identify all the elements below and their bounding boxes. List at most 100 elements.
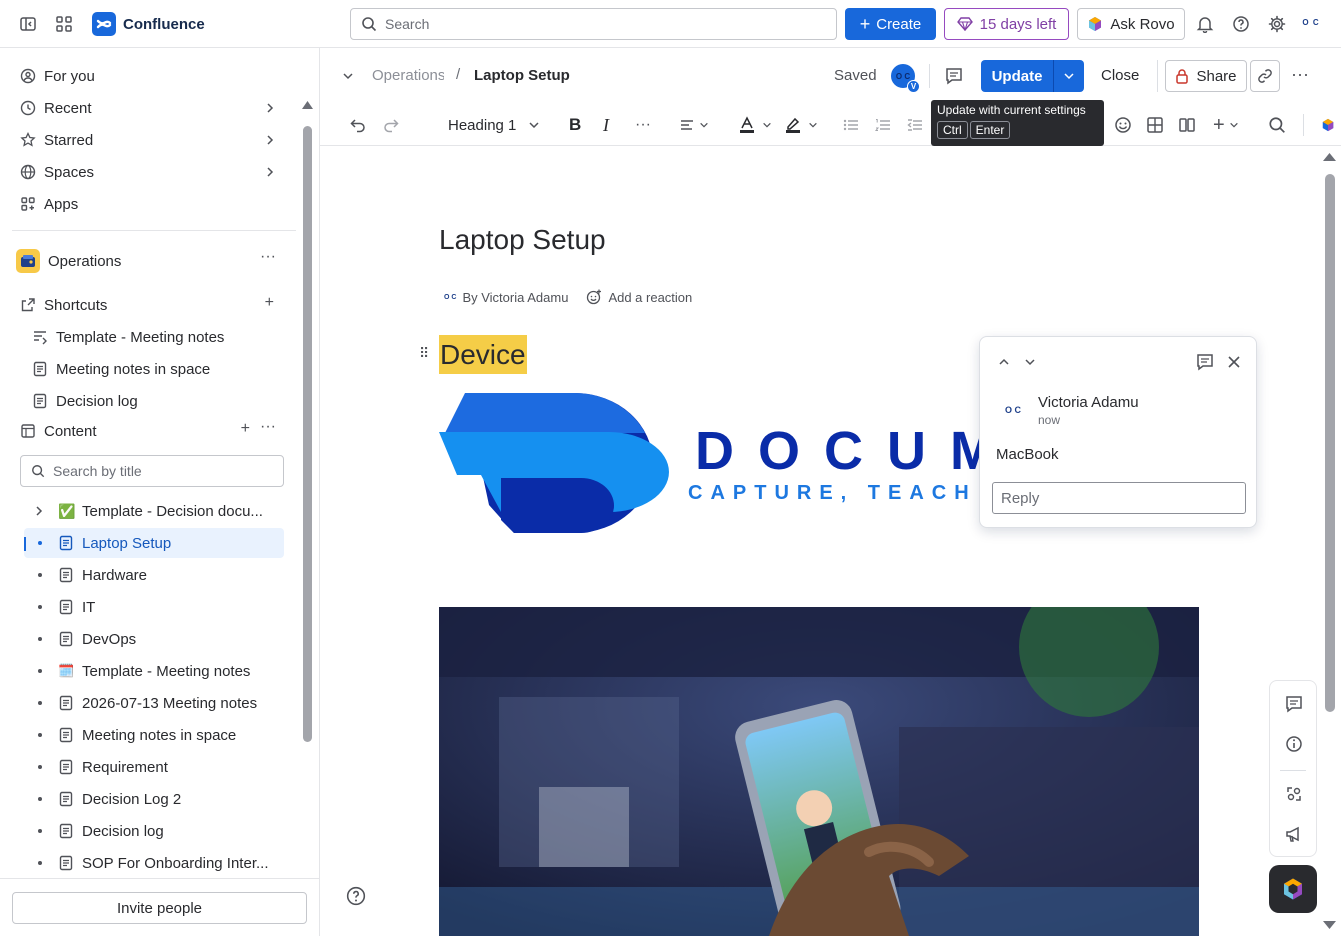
chevron-right-icon[interactable] [264,102,276,114]
redo-icon[interactable] [382,114,400,136]
info-icon[interactable] [1284,734,1304,754]
add-shortcut-icon[interactable]: + [265,294,274,312]
sidebar-item-shortcuts[interactable]: Shortcuts + [12,289,284,321]
numbered-list-icon[interactable] [874,114,892,136]
collaborator-avatar[interactable]: O C V [889,62,920,93]
shortcut-item[interactable]: Decision log [12,385,284,417]
sidebar-item-content[interactable]: Content + ··· [12,415,284,447]
add-reaction-icon[interactable] [586,289,602,305]
copy-link-button[interactable] [1250,60,1280,92]
comment-icon[interactable] [945,67,963,85]
search-by-title-input[interactable]: Search by title [20,455,284,487]
phone-photo-image[interactable] [439,607,1199,936]
loop-icon[interactable] [1284,784,1304,804]
help-icon[interactable] [1227,10,1255,38]
scrollbar-thumb[interactable] [303,126,312,742]
app-name: Confluence [123,15,205,33]
comment-icon[interactable] [1196,353,1214,371]
bold-icon[interactable]: B [569,114,581,136]
more-actions-icon[interactable]: ··· [260,248,276,266]
app-switcher-icon[interactable] [50,10,78,38]
italic-icon[interactable]: I [603,114,609,136]
sidebar-item-spaces[interactable]: Spaces [12,156,284,188]
scroll-down-icon[interactable] [1322,920,1337,930]
breadcrumb-page[interactable]: Laptop Setup [474,67,570,84]
tree-item[interactable]: Decision Log 2 [24,784,284,814]
tree-item[interactable]: 2026-07-13 Meeting notes [24,688,284,718]
chevron-right-icon[interactable] [33,505,45,517]
insert-dropdown[interactable]: + [1213,114,1239,136]
tree-item[interactable]: Requirement [24,752,284,782]
highlight-dropdown[interactable] [784,114,818,136]
chevron-up-icon[interactable] [998,356,1010,368]
rovo-icon[interactable] [1321,114,1335,136]
add-reaction-button[interactable]: Add a reaction [608,290,692,305]
comments-panel-icon[interactable] [1284,694,1304,714]
tree-item[interactable]: IT [24,592,284,622]
more-options-icon[interactable]: ··· [1291,64,1309,85]
share-button[interactable]: Share [1165,60,1247,92]
undo-icon[interactable] [349,114,367,136]
more-actions-icon[interactable]: ··· [260,418,276,436]
tree-item[interactable]: Hardware [24,560,284,590]
tree-item[interactable]: 🗓️ Template - Meeting notes [24,656,284,686]
sidebar-item-recent[interactable]: Recent [12,92,284,124]
tree-item[interactable]: Decision log [24,816,284,846]
layout-columns-icon[interactable] [1178,114,1196,136]
settings-gear-icon[interactable] [1263,10,1291,38]
close-button[interactable]: Close [1101,67,1139,84]
scroll-up-icon[interactable] [1322,152,1337,162]
author-name[interactable]: By Victoria Adamu [462,290,568,305]
help-icon[interactable] [346,886,366,906]
more-formatting-icon[interactable]: ··· [635,114,651,136]
space-header-operations[interactable]: Operations ··· [12,245,284,277]
tree-item-active[interactable]: Laptop Setup [24,528,284,558]
tree-item[interactable]: ✅ Template - Decision docu... [24,496,284,526]
notifications-bell-icon[interactable] [1191,10,1219,38]
breadcrumb-space[interactable]: Operations [372,67,444,84]
scroll-up-icon[interactable] [301,100,314,110]
chevron-down-icon[interactable] [1024,356,1036,368]
add-content-icon[interactable]: + [241,420,250,438]
sidebar-scrollbar[interactable] [301,100,314,926]
sidebar-item-apps[interactable]: Apps [12,188,284,220]
chevron-right-icon[interactable] [264,166,276,178]
rovo-chat-button[interactable] [1269,865,1317,913]
sidebar-item-for-you[interactable]: For you [12,60,284,92]
text-color-dropdown[interactable] [738,114,772,136]
chevron-down-icon[interactable] [342,70,354,82]
scrollbar-thumb[interactable] [1325,174,1335,712]
tree-item[interactable]: SOP For Onboarding Inter... [24,848,284,878]
ask-rovo-button[interactable]: Ask Rovo [1077,8,1185,40]
invite-people-button[interactable]: Invite people [12,892,307,924]
tree-item[interactable]: DevOps [24,624,284,654]
page-title[interactable]: Laptop Setup [439,224,606,256]
drag-handle-icon[interactable]: ⠿ [419,345,429,362]
page-scrollbar[interactable] [1322,150,1337,936]
confluence-logo[interactable]: Confluence [92,12,205,36]
close-icon[interactable] [1227,355,1241,369]
emoji-icon[interactable] [1114,114,1132,136]
sidebar-item-starred[interactable]: Starred [12,124,284,156]
shortcut-item[interactable]: Meeting notes in space [12,353,284,385]
table-icon[interactable] [1146,114,1164,136]
update-options-button[interactable] [1053,60,1084,92]
update-button[interactable]: Update [981,60,1053,92]
sidebar-toggle-icon[interactable] [14,10,42,38]
find-replace-icon[interactable] [1268,114,1286,136]
global-search-input[interactable]: Search [350,8,837,40]
trial-button[interactable]: 15 days left [944,8,1069,40]
create-button[interactable]: + Create [845,8,936,40]
outdent-icon[interactable] [906,114,924,136]
reply-input[interactable]: Reply [992,482,1246,514]
heading-device[interactable]: Device [439,335,527,374]
feedback-megaphone-icon[interactable] [1284,824,1304,844]
shortcut-item[interactable]: Template - Meeting notes [12,321,284,353]
chevron-right-icon[interactable] [264,134,276,146]
tree-item[interactable]: Meeting notes in space [24,720,284,750]
bullet-list-icon[interactable] [842,114,860,136]
alignment-dropdown[interactable] [679,114,709,136]
user-avatar[interactable]: O C [1299,10,1323,34]
text-style-dropdown[interactable]: Heading 1 [448,114,540,136]
docum-logo-image[interactable]: DOCUM CAPTURE, TEACH [439,390,999,535]
